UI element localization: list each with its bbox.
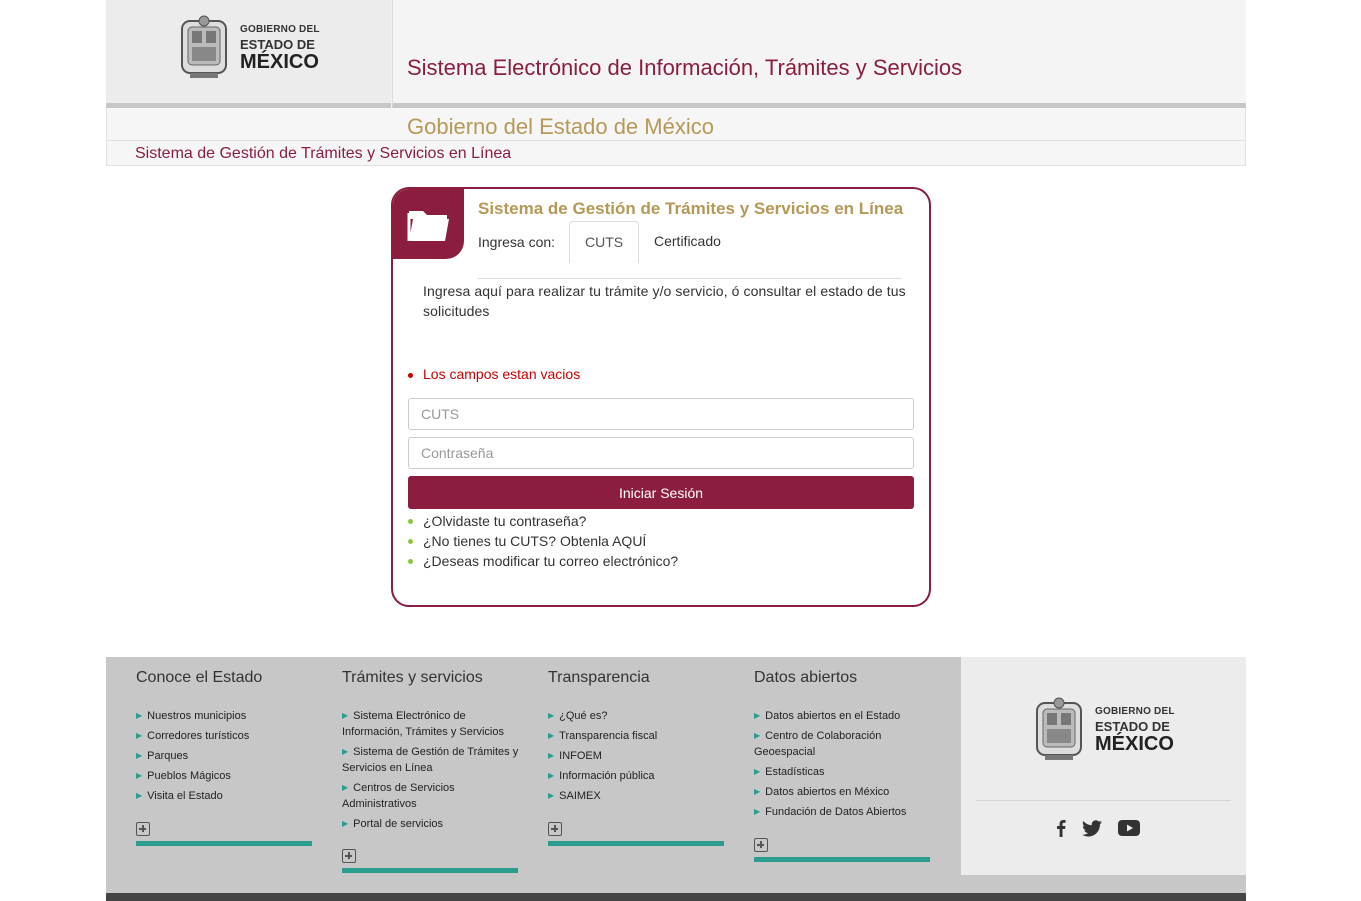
logo-line1: GOBIERNO DEL xyxy=(240,23,320,35)
footer-link[interactable]: ▶ Nuestros municipios xyxy=(136,708,321,724)
government-title: Gobierno del Estado de México xyxy=(407,114,714,139)
expand-plus-icon[interactable] xyxy=(136,822,150,836)
government-logo[interactable]: GOBIERNO DEL ESTADO DE MÉXICO xyxy=(176,15,320,81)
logo-line1: GOBIERNO DEL xyxy=(1095,705,1175,717)
page: GOBIERNO DEL ESTADO DE MÉXICO Sistema El… xyxy=(106,0,1246,166)
footer-brand-panel: GOBIERNO DEL ESTADO DE MÉXICO xyxy=(961,657,1246,875)
footer-link[interactable]: ▶ SAIMEX xyxy=(548,788,733,804)
system-title: Sistema Electrónico de Información, Trám… xyxy=(407,55,963,80)
header-title-area: Sistema Electrónico de Información, Trám… xyxy=(392,0,1246,108)
footer-government-logo[interactable]: GOBIERNO DEL ESTADO DE MÉXICO xyxy=(1031,697,1175,763)
error-bullet xyxy=(408,373,413,378)
footer-column-title: Datos abiertos xyxy=(754,669,858,686)
arrow-icon: ▶ xyxy=(754,731,761,740)
footer-link[interactable]: ▶ Pueblos Mágicos xyxy=(136,768,321,784)
login-title: Sistema de Gestión de Trámites y Servici… xyxy=(478,199,904,218)
expand-plus-icon[interactable] xyxy=(754,838,768,852)
header: GOBIERNO DEL ESTADO DE MÉXICO Sistema El… xyxy=(106,0,1246,108)
footer-link[interactable]: ▶ INFOEM xyxy=(548,748,733,764)
arrow-icon: ▶ xyxy=(342,783,349,792)
login-description: Ingresa aquí para realizar tu trámite y/… xyxy=(423,283,906,319)
arrow-icon: ▶ xyxy=(342,711,349,720)
tab-certificado[interactable]: Certificado xyxy=(639,221,736,261)
expand-plus-icon[interactable] xyxy=(342,849,356,863)
arrow-icon: ▶ xyxy=(548,731,555,740)
footer-column-title: Conoce el Estado xyxy=(136,669,263,686)
twitter-icon[interactable] xyxy=(1082,819,1102,837)
column-accent-bar xyxy=(548,841,724,846)
coat-of-arms-icon xyxy=(1036,697,1082,760)
forgot-password-link[interactable]: ¿Olvidaste tu contraseña? xyxy=(408,511,678,531)
expand-plus-icon[interactable] xyxy=(548,822,562,836)
folder-icon xyxy=(393,189,464,259)
footer-link[interactable]: ▶ Centros de Servicios Administrativos xyxy=(342,780,527,812)
password-input[interactable] xyxy=(408,437,914,469)
get-cuts-link[interactable]: ¿No tienes tu CUTS? Obtenla AQUÍ xyxy=(408,531,678,551)
facebook-icon[interactable] xyxy=(1056,819,1066,837)
footer-link[interactable]: ▶ Sistema de Gestión de Trámites y Servic… xyxy=(342,744,527,776)
column-accent-bar xyxy=(754,857,930,862)
arrow-icon: ▶ xyxy=(754,807,761,816)
tab-cuts[interactable]: CUTS xyxy=(569,221,640,263)
arrow-icon: ▶ xyxy=(754,787,761,796)
footer-link[interactable]: ▶ Parques xyxy=(136,748,321,764)
logo-line2: ESTADO DE xyxy=(240,36,315,52)
footer-link[interactable]: ▶ Visita el Estado xyxy=(136,788,321,804)
logo-line3: MÉXICO xyxy=(240,50,319,73)
header-logo-area: GOBIERNO DEL ESTADO DE MÉXICO xyxy=(106,0,391,108)
login-card: Sistema de Gestión de Trámites y Servici… xyxy=(391,187,931,607)
arrow-icon: ▶ xyxy=(342,747,349,756)
arrow-icon: ▶ xyxy=(136,731,143,740)
footer-link[interactable]: ▶ ¿Qué es? xyxy=(548,708,733,724)
footer-link[interactable]: ▶ Centro de Colaboración Geoespacial xyxy=(754,728,939,760)
arrow-icon: ▶ xyxy=(136,711,143,720)
arrow-icon: ▶ xyxy=(548,771,555,780)
youtube-icon[interactable] xyxy=(1118,820,1140,836)
login-button[interactable]: Iniciar Sesión xyxy=(408,476,914,509)
logo-line3: MÉXICO xyxy=(1095,732,1174,755)
footer-link[interactable]: ▶ Portal de servicios xyxy=(342,816,527,832)
footer-link[interactable]: ▶ Sistema Electrónico de Información, Trá… xyxy=(342,708,527,740)
breadcrumb: Sistema de Gestión de Trámites y Servici… xyxy=(106,141,1246,166)
footer: Conoce el Estado ▶ Nuestros municipios ▶ C… xyxy=(106,657,1246,901)
arrow-icon: ▶ xyxy=(342,819,349,828)
footer-link[interactable]: ▶ Transparencia fiscal xyxy=(548,728,733,744)
arrow-icon: ▶ xyxy=(136,751,143,760)
social-links xyxy=(1056,819,1140,837)
arrow-icon: ▶ xyxy=(548,791,555,800)
footer-link[interactable]: ▶ Datos abiertos en el Estado xyxy=(754,708,939,724)
footer-link[interactable]: ▶ Estadísticas xyxy=(754,764,939,780)
help-links: ¿Olvidaste tu contraseña? ¿No tienes tu … xyxy=(408,511,678,571)
government-bar: Gobierno del Estado de México xyxy=(106,108,1246,141)
footer-link[interactable]: ▶ Fundación de Datos Abiertos xyxy=(754,804,939,820)
arrow-icon: ▶ xyxy=(136,791,143,800)
footer-link[interactable]: ▶ Información pública xyxy=(548,768,733,784)
footer-link[interactable]: ▶ Corredores turísticos xyxy=(136,728,321,744)
footer-bottom-bar xyxy=(106,893,1246,901)
arrow-icon: ▶ xyxy=(548,711,555,720)
arrow-icon: ▶ xyxy=(754,767,761,776)
modify-email-link[interactable]: ¿Deseas modificar tu correo electrónico? xyxy=(408,551,678,571)
footer-column-title: Trámites y servicios xyxy=(342,669,483,686)
arrow-icon: ▶ xyxy=(754,711,761,720)
arrow-icon: ▶ xyxy=(548,751,555,760)
tab-divider xyxy=(478,278,902,279)
footer-column-title: Transparencia xyxy=(548,669,650,686)
login-with-label: Ingresa con: xyxy=(478,234,556,250)
column-accent-bar xyxy=(342,868,518,873)
footer-link[interactable]: ▶ Datos abiertos en México xyxy=(754,784,939,800)
error-message: Los campos estan vacios xyxy=(423,366,581,382)
logo-line2: ESTADO DE xyxy=(1095,718,1170,734)
arrow-icon: ▶ xyxy=(136,771,143,780)
column-accent-bar xyxy=(136,841,312,846)
breadcrumb-item[interactable]: Sistema de Gestión de Trámites y Servici… xyxy=(135,145,511,163)
footer-divider xyxy=(976,800,1231,801)
cuts-input[interactable] xyxy=(408,398,914,430)
coat-of-arms-icon xyxy=(181,15,227,78)
